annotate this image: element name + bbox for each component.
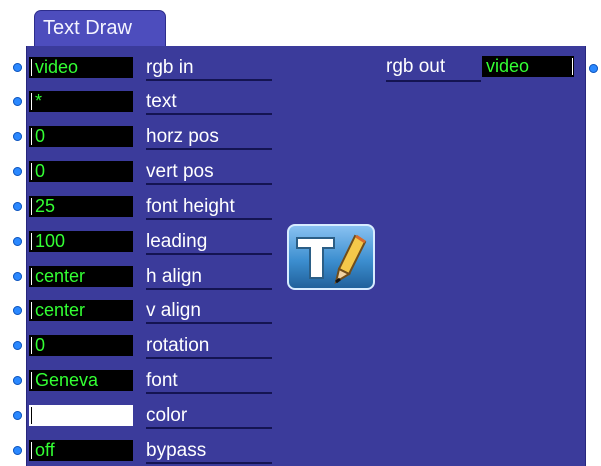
leading-value[interactable]: 100	[29, 231, 133, 252]
port-dot-icon[interactable]	[13, 97, 22, 106]
port-dot-icon[interactable]	[13, 202, 22, 211]
h-align-value[interactable]: center	[29, 266, 133, 287]
port-dot-icon[interactable]	[13, 341, 22, 350]
port-dot-icon[interactable]	[13, 376, 22, 385]
horz-pos-value[interactable]: 0	[29, 126, 133, 147]
bypass-value[interactable]: off	[29, 440, 133, 461]
rotation-label: rotation	[146, 335, 272, 359]
input-row-horz-pos: 0 horz pos	[0, 126, 601, 160]
text-value[interactable]: *	[29, 91, 133, 112]
color-label: color	[146, 405, 272, 429]
input-row-color: color	[0, 405, 601, 439]
rotation-value[interactable]: 0	[29, 335, 133, 356]
input-row-font: Geneva font	[0, 370, 601, 404]
port-dot-icon[interactable]	[13, 446, 22, 455]
input-row-bypass: off bypass	[0, 440, 601, 466]
input-row-v-align: center v align	[0, 300, 601, 334]
color-swatch[interactable]	[29, 405, 133, 426]
rgb-in-value[interactable]: video	[29, 57, 133, 78]
text-draw-icon	[287, 224, 375, 290]
text-draw-actor: Text Draw video rgb in * text 0 horz pos…	[0, 0, 601, 466]
leading-label: leading	[146, 231, 272, 255]
port-dot-icon[interactable]	[13, 132, 22, 141]
font-height-value[interactable]: 25	[29, 196, 133, 217]
icon-tile	[287, 224, 375, 290]
port-dot-icon[interactable]	[13, 411, 22, 420]
port-dot-icon[interactable]	[13, 237, 22, 246]
port-dot-icon[interactable]	[13, 272, 22, 281]
rgb-out-value[interactable]: video	[482, 56, 574, 77]
horz-pos-label: horz pos	[146, 126, 272, 150]
vert-pos-label: vert pos	[146, 161, 272, 185]
font-value[interactable]: Geneva	[29, 370, 133, 391]
font-label: font	[146, 370, 272, 394]
port-dot-icon[interactable]	[589, 64, 598, 73]
rgb-in-label: rgb in	[146, 57, 272, 81]
port-dot-icon[interactable]	[13, 306, 22, 315]
v-align-label: v align	[146, 300, 272, 324]
text-label: text	[146, 91, 272, 115]
text-draw-icon-svg	[287, 224, 375, 290]
output-port-rgb-out: rgb out video	[386, 56, 600, 84]
rgb-out-label: rgb out	[386, 56, 446, 77]
vert-pos-value[interactable]: 0	[29, 161, 133, 182]
input-row-text: * text	[0, 91, 601, 125]
font-height-label: font height	[146, 196, 272, 220]
input-row-rotation: 0 rotation	[0, 335, 601, 369]
input-row-vert-pos: 0 vert pos	[0, 161, 601, 195]
rgb-out-underline	[386, 80, 481, 82]
v-align-value[interactable]: center	[29, 300, 133, 321]
h-align-label: h align	[146, 266, 272, 290]
port-dot-icon[interactable]	[13, 63, 22, 72]
port-dot-icon[interactable]	[13, 167, 22, 176]
actor-title-tab[interactable]: Text Draw	[34, 10, 166, 46]
bypass-label: bypass	[146, 440, 272, 464]
